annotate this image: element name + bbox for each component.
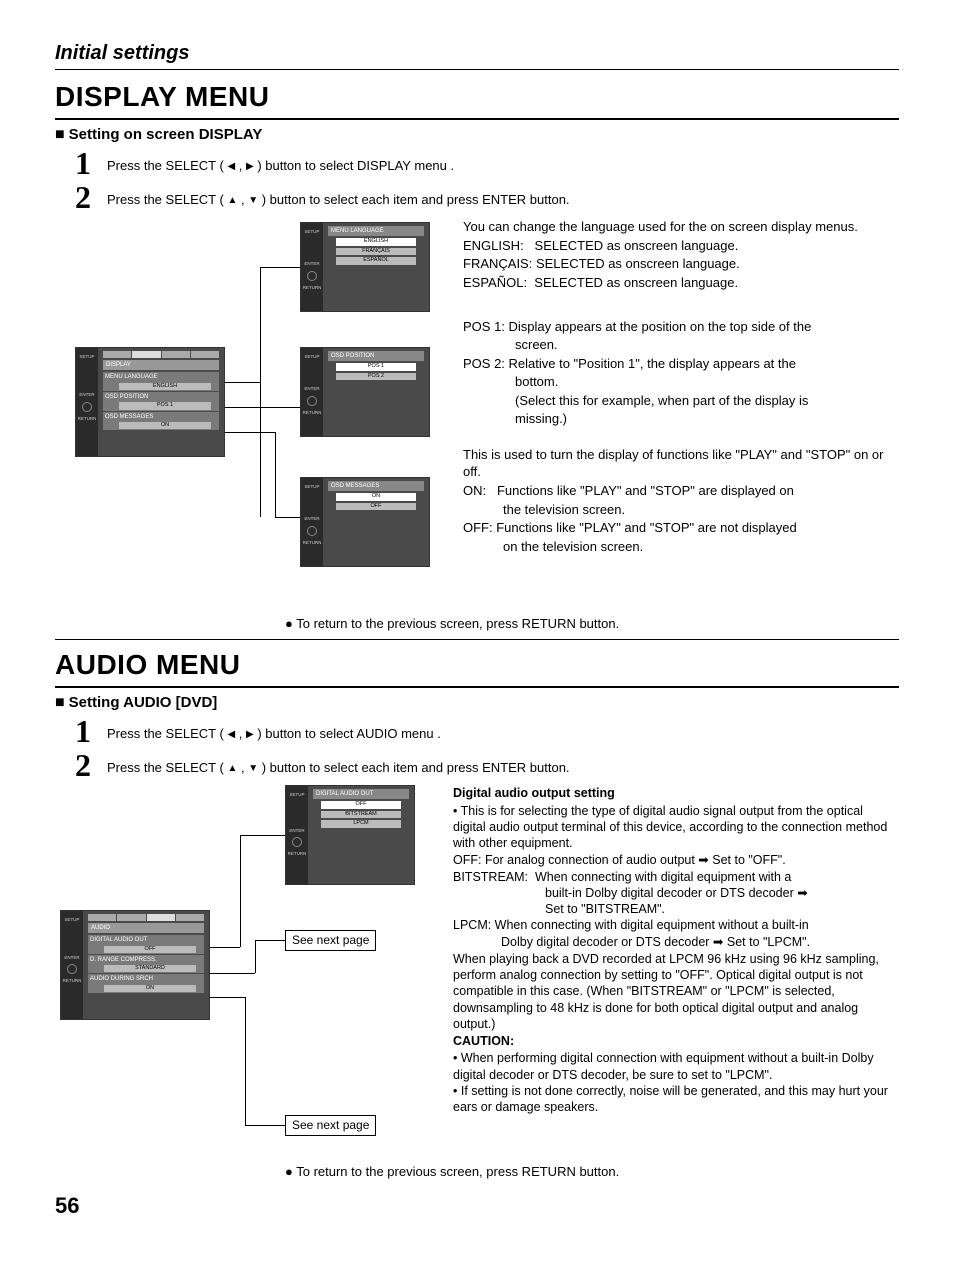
digital-audio-heading: Digital audio output setting [453, 785, 899, 801]
display-content-row: SETUP ENTER RETURN DISPLAY MENU LANGUAGE… [55, 217, 899, 607]
pos-desc: POS 1: Display appears at the position o… [463, 318, 899, 428]
display-sub-title-text: Setting on screen DISPLAY [69, 126, 263, 143]
osd-lang-title: MENU LANGUAGE [328, 226, 424, 236]
osd-opt-on: ON [336, 493, 416, 500]
up-arrow-icon: ▲ [227, 194, 237, 208]
step-number-2: 2 [75, 749, 97, 781]
left-arrow-icon: ◀ [227, 728, 235, 742]
audio-diagram: SETUPENTERRETURN AUDIO DIGITAL AUDIO OUT… [55, 785, 445, 1155]
osd-opt-bitstream: BITSTREAM [321, 811, 401, 818]
caution-heading: CAUTION: [453, 1033, 899, 1049]
step2a: Press the SELECT ( [107, 192, 224, 207]
osd-digital-audio: SETUPENTERRETURN DIGITAL AUDIO OUT OFF B… [285, 785, 415, 885]
audio-text-col: Digital audio output setting • This is f… [445, 785, 899, 1155]
audio-step-2: 2 Press the SELECT ( ▲ , ▼ ) button to s… [75, 749, 899, 781]
osd-osd-messages: SETUPENTERRETURN OSD MESSAGES ON OFF [300, 477, 430, 567]
step-number-1: 1 [75, 147, 97, 179]
square-bullet-icon: ■ [55, 126, 65, 143]
audio-step-1: 1 Press the SELECT ( ◀ , ▶ ) button to s… [75, 715, 899, 747]
step-number-1: 1 [75, 715, 97, 747]
osd-opt-off: OFF [321, 801, 401, 808]
osd-msg-title: OSD MESSAGES [328, 481, 424, 491]
see-next-page-1: See next page [285, 930, 376, 950]
right-arrow-icon: ▶ [246, 160, 254, 174]
audio-return-note: ● To return to the previous screen, pres… [285, 1163, 899, 1181]
osd-row-drange: D. RANGE COMPRESS. STANDARD [88, 955, 204, 974]
display-sub-title: ■Setting on screen DISPLAY [55, 124, 899, 146]
osd-menu-language: SETUPENTERRETURN MENU LANGUAGE ENGLISH F… [300, 222, 430, 312]
step2b: ) button to select each item and press E… [262, 192, 570, 207]
osd-opt-off: OFF [336, 503, 416, 510]
osd-row-digital-audio: DIGITAL AUDIO OUT OFF [88, 935, 204, 954]
osd-opt-pos2: POS 2 [336, 373, 416, 380]
osd-val-messages: ON [119, 422, 211, 429]
display-step-1: 1 Press the SELECT ( ◀ , ▶ ) button to s… [75, 147, 899, 179]
osd-opt-pos1: POS 1 [336, 363, 416, 370]
audio-sub-title: ■Setting AUDIO [DVD] [55, 692, 899, 714]
osd-opt-francais: FRANÇAIS [336, 248, 416, 255]
osd-val-language: ENGLISH [119, 383, 211, 390]
audio-content-row: SETUPENTERRETURN AUDIO DIGITAL AUDIO OUT… [55, 785, 899, 1155]
osd-opt-english: ENGLISH [336, 238, 416, 245]
display-diagram: SETUP ENTER RETURN DISPLAY MENU LANGUAGE… [55, 217, 455, 607]
see-next-page-2: See next page [285, 1115, 376, 1135]
display-menu-title: DISPLAY MENU [55, 76, 899, 120]
osd-row-audio-srch: AUDIO DURING SRCH ON [88, 974, 204, 993]
down-arrow-icon: ▼ [248, 762, 258, 776]
osd-opt-lpcm: LPCM [321, 820, 401, 827]
display-step-2: 2 Press the SELECT ( ▲ , ▼ ) button to s… [75, 181, 899, 213]
osd-display-main: SETUP ENTER RETURN DISPLAY MENU LANGUAGE… [75, 347, 225, 457]
osd-enter-label: ENTER [76, 392, 98, 398]
step1a: Press the SELECT ( [107, 158, 224, 173]
osd-opt-espanol: ESPAÑOL [336, 257, 416, 264]
audio-menu-title: AUDIO MENU [55, 644, 899, 688]
osd-tab-display: DISPLAY [103, 360, 219, 370]
osd-val-position: POS 1 [119, 402, 211, 409]
step-2-text: Press the SELECT ( ▲ , ▼ ) button to sel… [107, 181, 570, 209]
square-bullet-icon: ■ [55, 694, 65, 711]
osd-row-osd-messages: OSD MESSAGES ON [103, 412, 219, 431]
osd-row-osd-position: OSD POSITION POS 1 [103, 392, 219, 411]
down-arrow-icon: ▼ [248, 194, 258, 208]
osd-side: SETUP ENTER RETURN [76, 348, 98, 456]
osd-dig-title: DIGITAL AUDIO OUT [313, 789, 409, 799]
page-number: 56 [55, 1191, 899, 1221]
osd-return-label: RETURN [76, 416, 98, 422]
lang-desc: You can change the language used for the… [463, 218, 899, 291]
display-return-note: ● To return to the previous screen, pres… [285, 615, 899, 633]
osd-osd-position: SETUPENTERRETURN OSD POSITION POS 1 POS … [300, 347, 430, 437]
msg-desc: This is used to turn the display of func… [463, 446, 899, 555]
up-arrow-icon: ▲ [227, 762, 237, 776]
step-1-text: Press the SELECT ( ◀ , ▶ ) button to sel… [107, 147, 454, 175]
right-arrow-icon: ▶ [246, 728, 254, 742]
step1b: ) button to select DISPLAY menu . [257, 158, 454, 173]
chapter-title: Initial settings [55, 40, 899, 70]
left-arrow-icon: ◀ [227, 160, 235, 174]
audio-sub-title-text: Setting AUDIO [DVD] [69, 694, 218, 711]
osd-row-menu-language: MENU LANGUAGE ENGLISH [103, 372, 219, 391]
osd-audio-main: SETUPENTERRETURN AUDIO DIGITAL AUDIO OUT… [60, 910, 210, 1020]
display-text-col: You can change the language used for the… [455, 217, 899, 607]
return-icon [82, 402, 92, 412]
osd-pos-title: OSD POSITION [328, 351, 424, 361]
osd-tab-audio: AUDIO [88, 923, 204, 933]
step-number-2: 2 [75, 181, 97, 213]
